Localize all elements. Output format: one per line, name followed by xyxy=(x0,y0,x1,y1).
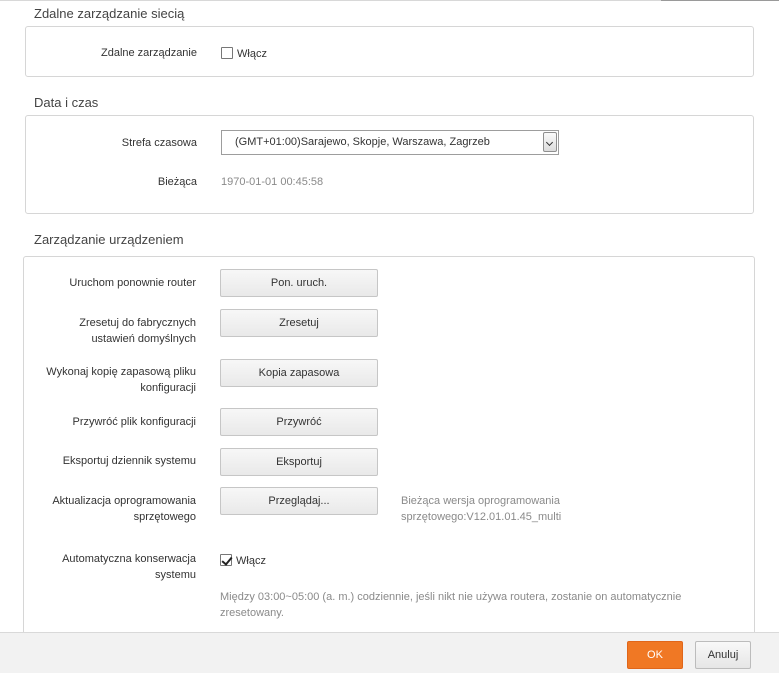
firmware-version-line2: sprzętowego:V12.01.01.45_multi xyxy=(401,511,562,523)
restore-label: Przywróć plik konfiguracji xyxy=(72,416,196,428)
backup-label: Wykonaj kopię zapasową pliku konfiguracj… xyxy=(24,364,196,396)
remote-enable-checkbox[interactable] xyxy=(221,47,233,59)
firmware-upgrade-label-line2: sprzętowego xyxy=(133,511,196,523)
auto-maintenance-checkbox[interactable] xyxy=(220,554,232,566)
backup-label-line2: konfiguracji xyxy=(140,382,196,394)
current-time-label: Bieżąca xyxy=(157,176,197,188)
export-log-label: Eksportuj dziennik systemu xyxy=(62,455,196,467)
datetime-panel: Strefa czasowa (GMT+01:00)Sarajewo, Skop… xyxy=(25,115,754,214)
dialog-footer: OK Anuluj xyxy=(0,632,779,673)
auto-maintenance-label-line2: systemu xyxy=(155,569,196,581)
settings-page: Zdalne zarządzanie siecią Zdalne zarządz… xyxy=(0,0,779,673)
export-log-button[interactable]: Eksportuj xyxy=(220,448,378,476)
auto-maintenance-label: Automatyczna konserwacja systemu xyxy=(24,551,196,583)
auto-maintenance-note-line1: Między 03:00~05:00 (a. m.) codziennie, j… xyxy=(220,591,682,603)
reboot-button[interactable]: Pon. uruch. xyxy=(220,269,378,297)
timezone-label: Strefa czasowa xyxy=(121,137,197,149)
auto-maintenance-enable-label[interactable]: Włącz xyxy=(236,554,266,568)
device-panel: Uruchom ponownie router Pon. uruch. Zres… xyxy=(23,256,755,656)
firmware-version-line1: Bieżąca wersja oprogramowania xyxy=(401,495,560,507)
remote-section-title: Zdalne zarządzanie siecią xyxy=(34,6,185,21)
firmware-upgrade-label-line1: Aktualizacja oprogramowania xyxy=(52,495,196,507)
ok-button[interactable]: OK xyxy=(627,641,683,669)
restore-button[interactable]: Przywróć xyxy=(220,408,378,436)
datetime-section-title: Data i czas xyxy=(34,95,99,110)
backup-button[interactable]: Kopia zapasowa xyxy=(220,359,378,387)
auto-maintenance-label-line1: Automatyczna konserwacja xyxy=(62,553,196,565)
auto-maintenance-note-line2: zresetowany. xyxy=(220,607,284,619)
chevron-down-icon[interactable] xyxy=(543,132,557,152)
backup-label-line1: Wykonaj kopię zapasową pliku xyxy=(46,366,196,378)
remote-panel: Zdalne zarządzanie Włącz xyxy=(25,26,754,77)
firmware-version-text: Bieżąca wersja oprogramowania sprzętoweg… xyxy=(401,493,561,525)
factory-reset-label-line1: Zresetuj do fabrycznych xyxy=(79,317,196,329)
top-divider-accent xyxy=(661,0,779,1)
timezone-select[interactable]: (GMT+01:00)Sarajewo, Skopje, Warszawa, Z… xyxy=(221,130,559,155)
device-section-title: Zarządzanie urządzeniem xyxy=(34,232,184,247)
firmware-browse-button[interactable]: Przeglądaj... xyxy=(220,487,378,515)
firmware-upgrade-label: Aktualizacja oprogramowania sprzętowego xyxy=(24,493,196,525)
auto-maintenance-note: Między 03:00~05:00 (a. m.) codziennie, j… xyxy=(220,589,681,621)
cancel-button[interactable]: Anuluj xyxy=(695,641,751,669)
factory-reset-label: Zresetuj do fabrycznych ustawień domyśln… xyxy=(24,315,196,347)
current-time-value: 1970-01-01 00:45:58 xyxy=(221,176,324,188)
timezone-select-value: (GMT+01:00)Sarajewo, Skopje, Warszawa, Z… xyxy=(235,136,490,148)
remote-enable-label[interactable]: Włącz xyxy=(237,47,267,61)
factory-reset-button[interactable]: Zresetuj xyxy=(220,309,378,337)
remote-management-label: Zdalne zarządzanie xyxy=(100,47,197,59)
factory-reset-label-line2: ustawień domyślnych xyxy=(91,333,196,345)
reboot-label: Uruchom ponownie router xyxy=(69,277,196,289)
